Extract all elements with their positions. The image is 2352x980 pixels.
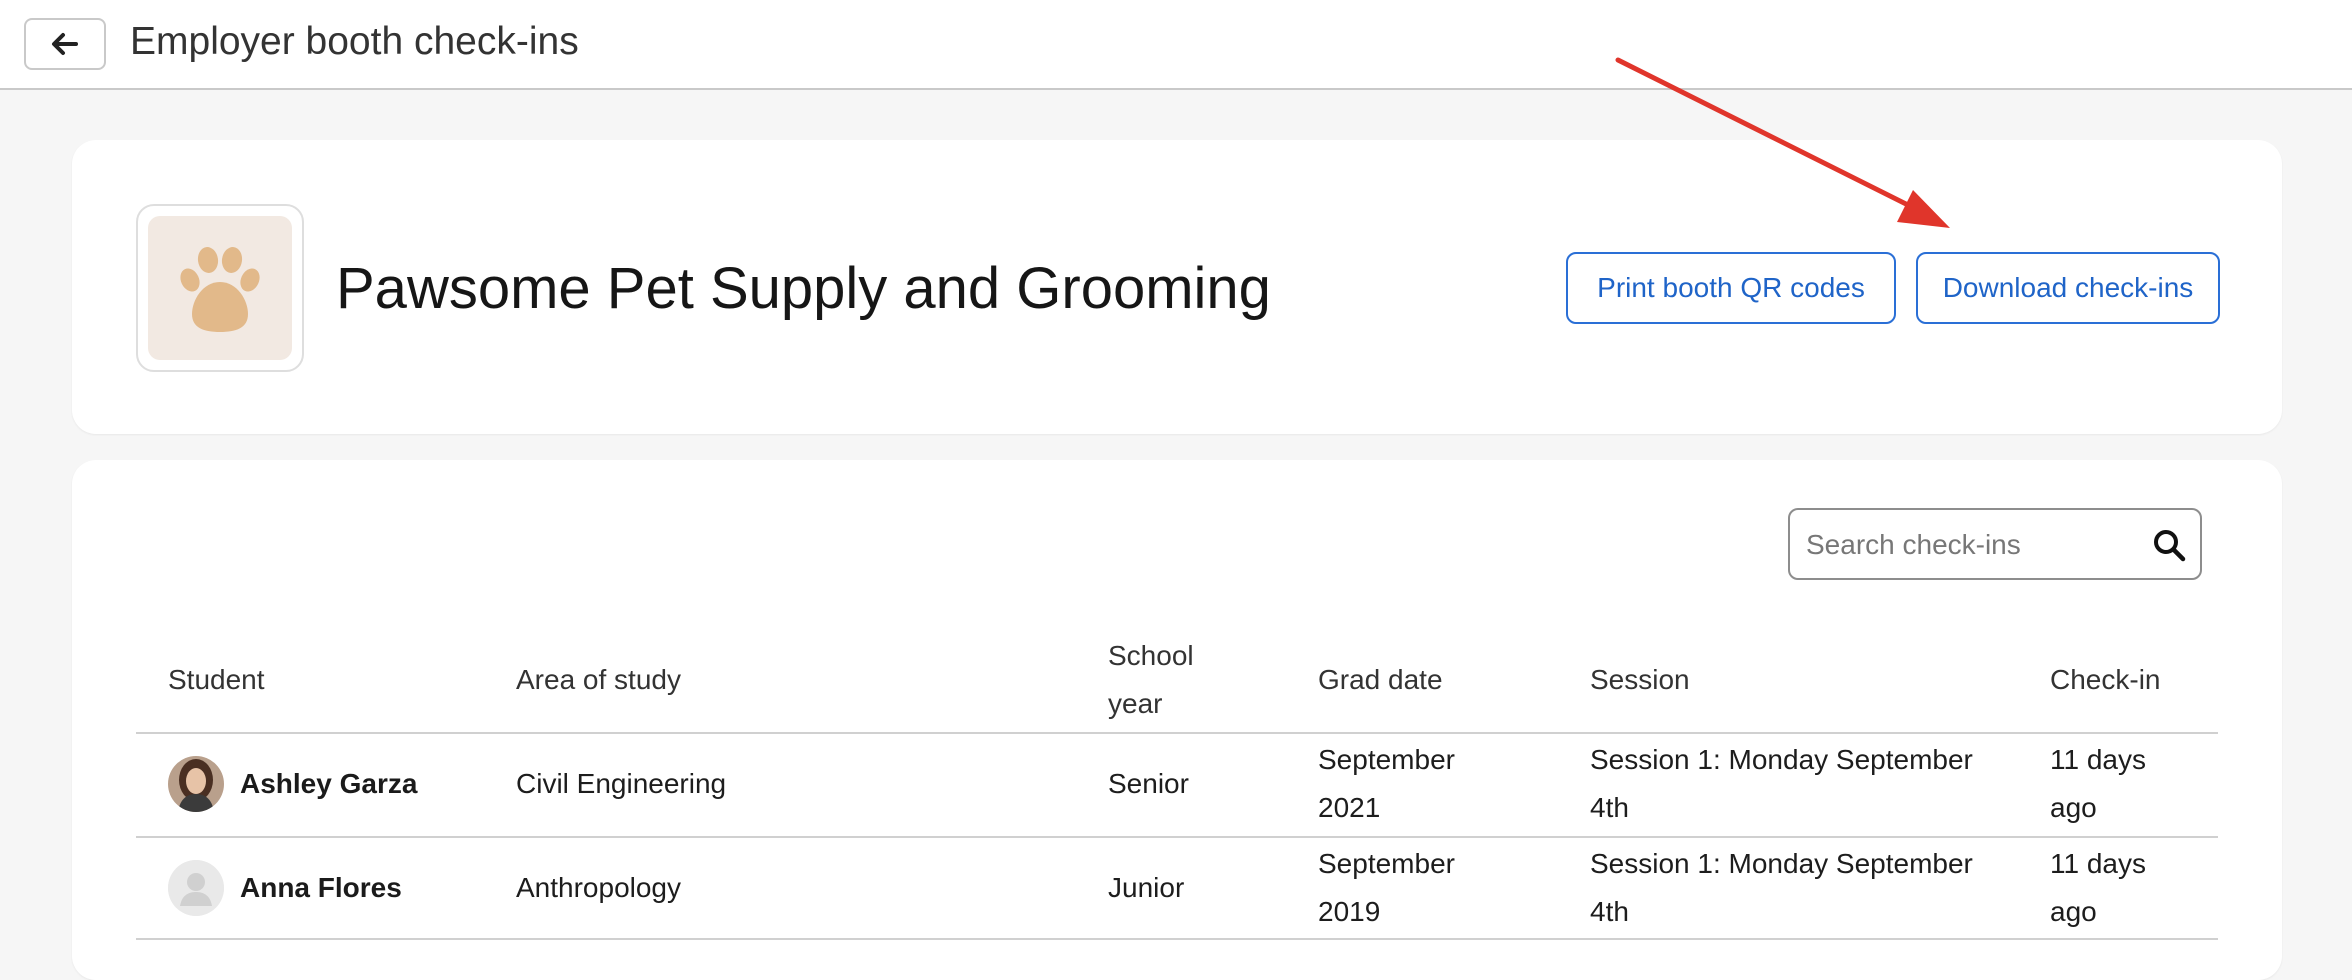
search-icon	[2154, 530, 2186, 562]
student-name[interactable]: Anna Flores	[240, 864, 402, 912]
download-checkins-button[interactable]: Download check-ins	[1916, 252, 2220, 324]
check-in-line2: ago	[2050, 792, 2097, 823]
check-in-line2: ago	[2050, 896, 2097, 927]
session-line2: 4th	[1590, 896, 1629, 927]
session-line2: 4th	[1590, 792, 1629, 823]
school-year: Senior	[1108, 768, 1189, 799]
employer-card: Pawsome Pet Supply and Grooming Print bo…	[72, 140, 2282, 434]
session-line1: Session 1: Monday September	[1590, 848, 1973, 879]
header-grad-date: Grad date	[1318, 664, 1443, 695]
employer-name: Pawsome Pet Supply and Grooming	[336, 256, 1271, 321]
avatar	[168, 860, 224, 916]
area-of-study: Anthropology	[516, 872, 682, 903]
header-session: Session	[1590, 664, 1690, 695]
employer-logo	[136, 204, 304, 372]
header-school-year-line1: School	[1108, 640, 1194, 671]
avatar	[168, 756, 224, 812]
grad-date-line2: 2019	[1318, 896, 1381, 927]
search-input[interactable]	[1804, 518, 2138, 572]
check-in-line1: 11 days	[2050, 848, 2146, 879]
back-button[interactable]	[24, 18, 106, 70]
top-bar: Employer booth check-ins	[0, 0, 2352, 90]
header-area-of-study: Area of study	[516, 664, 681, 695]
header-check-in: Check-in	[2050, 664, 2161, 695]
search-button[interactable]	[2152, 528, 2186, 562]
check-in-line1: 11 days	[2050, 744, 2146, 775]
default-avatar-icon	[168, 860, 224, 916]
grad-date-line1: September	[1318, 744, 1455, 775]
page-title: Employer booth check-ins	[130, 20, 579, 63]
arrow-left-icon	[52, 33, 78, 55]
checkins-card: Student Area of study School year Grad d…	[72, 460, 2282, 980]
grad-date-line2: 2021	[1318, 792, 1381, 823]
session-line1: Session 1: Monday September	[1590, 744, 1973, 775]
header-school-year-line2: year	[1108, 688, 1163, 719]
search-box	[1788, 508, 2202, 580]
student-photo	[168, 756, 224, 812]
school-year: Junior	[1108, 872, 1185, 903]
grad-date-line1: September	[1318, 848, 1455, 879]
row-divider	[136, 836, 2218, 838]
header-student: Student	[168, 664, 265, 695]
student-name[interactable]: Ashley Garza	[240, 760, 417, 808]
print-qr-codes-button[interactable]: Print booth QR codes	[1566, 252, 1896, 324]
area-of-study: Civil Engineering	[516, 768, 727, 799]
paw-icon	[180, 247, 260, 332]
header-divider	[136, 732, 2218, 734]
